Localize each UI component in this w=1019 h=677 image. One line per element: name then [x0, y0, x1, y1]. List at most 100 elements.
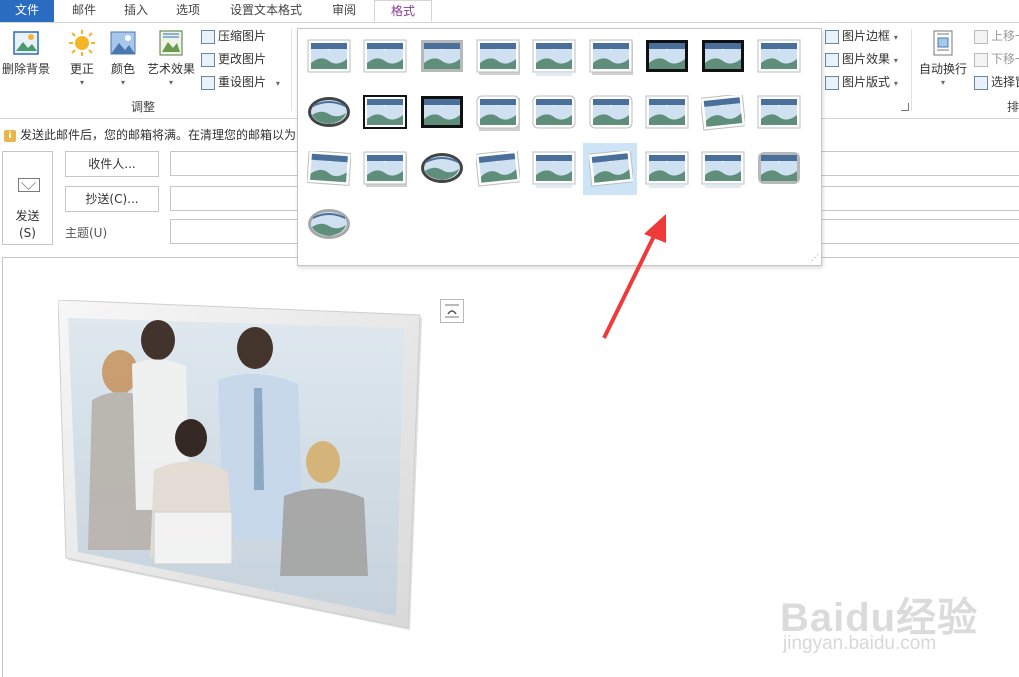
bring-forward-icon [974, 29, 988, 44]
send-button[interactable]: 发送 (S) [2, 151, 53, 245]
picture-style-option[interactable] [357, 87, 411, 139]
picture-style-thumbnail-icon [363, 151, 408, 187]
chevron-down-icon: ▾ [168, 78, 173, 87]
tab-format-text[interactable]: 设置文本格式 [215, 0, 317, 22]
tab-file[interactable]: 文件 [0, 0, 54, 22]
wrap-text-button[interactable]: 自动换行 ▾ [915, 29, 971, 87]
layout-options-button[interactable] [440, 299, 464, 323]
picture-style-option[interactable] [751, 87, 805, 139]
picture-effects-button[interactable]: 图片效果 ▾ [825, 49, 898, 69]
send-label: 发送 (S) [3, 208, 52, 242]
picture-style-option[interactable] [751, 31, 805, 83]
change-picture-button[interactable]: 更改图片 [201, 49, 266, 69]
picture-style-thumbnail-icon [363, 95, 408, 129]
bring-forward-button[interactable]: 上移一 [974, 26, 1019, 46]
picture-style-option[interactable] [695, 31, 749, 83]
artistic-effects-button[interactable]: 艺术效果 ▾ [145, 29, 197, 87]
picture-style-option[interactable] [639, 87, 693, 139]
tab-insert[interactable]: 插入 [112, 0, 160, 22]
picture-styles-gallery: ⋰ [297, 28, 822, 266]
to-button[interactable]: 收件人... [65, 151, 159, 177]
picture-style-option[interactable] [301, 143, 355, 195]
pen-icon [825, 29, 839, 44]
picture-border-button[interactable]: 图片边框 ▾ [825, 26, 898, 46]
picture-style-thumbnail-icon [645, 40, 688, 72]
picture-style-option[interactable] [414, 143, 468, 195]
picture-style-option[interactable] [414, 31, 468, 83]
send-backward-label: 下移一 [991, 52, 1019, 66]
picture-style-option[interactable] [695, 143, 749, 195]
picture-style-thumbnail-icon [308, 209, 350, 239]
picture-style-thumbnail-icon [589, 95, 632, 129]
picture-style-thumbnail-icon [475, 151, 520, 187]
group-divider [911, 29, 912, 111]
tab-mail[interactable]: 邮件 [56, 0, 112, 22]
send-backward-icon [974, 52, 988, 67]
reset-picture-button[interactable]: 重设图片 ▾ [201, 72, 280, 92]
subject-label: 主题(U) [65, 226, 108, 240]
artistic-effects-icon [159, 30, 183, 56]
remove-background-icon [13, 31, 39, 55]
picture-style-option[interactable] [751, 143, 805, 195]
color-button[interactable]: 颜色 ▾ [104, 29, 142, 87]
picture-style-thumbnail-icon [588, 151, 633, 187]
chevron-down-icon: ▾ [893, 79, 898, 88]
picture-style-option[interactable] [414, 87, 468, 139]
dialog-launcher-icon[interactable] [901, 103, 909, 111]
picture-layout-button[interactable]: 图片版式 ▾ [825, 72, 898, 92]
picture-style-option[interactable] [639, 31, 693, 83]
picture-style-thumbnail-icon [308, 97, 350, 127]
picture-style-option[interactable] [470, 87, 524, 139]
group-divider [291, 29, 292, 111]
picture-style-thumbnail-icon [476, 95, 520, 131]
info-icon: i [4, 129, 16, 142]
picture-style-option[interactable] [470, 31, 524, 83]
wrap-text-icon [933, 30, 953, 56]
picture-style-option[interactable] [695, 87, 749, 139]
ribbon-tab-bar: 文件 邮件 插入 选项 设置文本格式 审阅 格式 [0, 0, 1019, 23]
wrap-text-label: 自动换行 [918, 62, 967, 76]
picture-style-thumbnail-icon [532, 151, 576, 188]
picture-style-thumbnail-icon [476, 39, 520, 75]
remove-background-button[interactable]: 删除背景 [0, 29, 52, 77]
picture-style-option[interactable] [357, 31, 411, 83]
cc-button[interactable]: 抄送(C)... [65, 186, 159, 212]
resize-grip-icon[interactable]: ⋰ [811, 253, 819, 262]
send-backward-button[interactable]: 下移一 [974, 49, 1019, 69]
picture-style-thumbnail-icon [645, 151, 689, 188]
picture-style-thumbnail-icon [307, 151, 351, 186]
compress-label: 压缩图片 [218, 29, 267, 43]
color-label: 颜色 [110, 62, 135, 76]
picture-style-option[interactable] [357, 143, 411, 195]
selected-picture[interactable] [58, 300, 422, 630]
picture-style-option[interactable] [526, 31, 580, 83]
reset-picture-label: 重设图片 [218, 75, 267, 89]
selection-pane-button[interactable]: 选择窗 [974, 72, 1019, 92]
change-picture-label: 更改图片 [218, 52, 267, 66]
picture-style-option[interactable] [583, 31, 637, 83]
picture-style-option[interactable] [301, 31, 355, 83]
picture-style-option[interactable] [639, 143, 693, 195]
chevron-down-icon: ▾ [79, 78, 84, 87]
tab-review[interactable]: 审阅 [318, 0, 370, 22]
picture-style-thumbnail-icon [758, 152, 801, 184]
picture-style-thumbnail-icon [757, 95, 801, 129]
effects-icon [825, 52, 839, 67]
arrange-group-label: 排 [1007, 100, 1019, 114]
picture-style-option[interactable] [583, 87, 637, 139]
picture-style-option[interactable] [526, 143, 580, 195]
layout-options-icon [445, 304, 459, 318]
picture-style-option[interactable] [301, 199, 355, 251]
picture-style-option[interactable] [526, 87, 580, 139]
picture-style-option[interactable] [301, 87, 355, 139]
picture-style-option[interactable] [582, 143, 637, 195]
corrections-button[interactable]: 更正 ▾ [63, 29, 101, 87]
chevron-down-icon: ▾ [275, 79, 280, 88]
picture-style-option[interactable] [470, 143, 524, 195]
tab-format[interactable]: 格式 [374, 0, 432, 22]
remove-background-label: 删除背景 [1, 62, 50, 76]
sun-icon [69, 30, 95, 56]
picture-style-thumbnail-icon [532, 95, 576, 129]
tab-options[interactable]: 选项 [162, 0, 214, 22]
compress-pictures-button[interactable]: 压缩图片 [201, 26, 266, 46]
